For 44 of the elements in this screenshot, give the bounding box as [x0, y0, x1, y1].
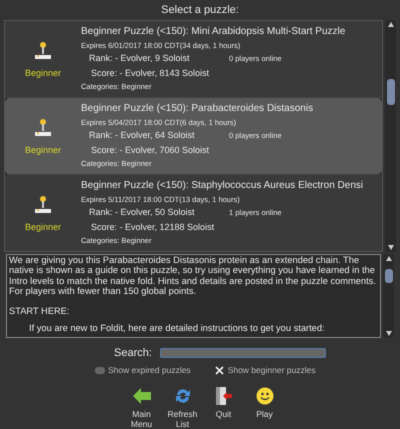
- left-arrow-icon: [132, 388, 150, 404]
- toolbar-button[interactable]: Play: [246, 386, 283, 429]
- scrollbar-thumb[interactable]: [386, 78, 395, 105]
- puzzle-item[interactable]: [5, 98, 382, 175]
- search-label: Search:: [114, 346, 152, 361]
- toolbar-button[interactable]: Refresh List: [164, 386, 201, 429]
- puzzle-title: Beginner Puzzle (<150): Staphylococcus Aureus Electron Densi: [81, 178, 364, 193]
- puzzle-title: Beginner Puzzle (<150): Parabacteroides Distasonis: [81, 102, 314, 116]
- checkbox[interactable]: [95, 367, 105, 374]
- scroll-up-icon[interactable]: [386, 256, 392, 261]
- joystick-icon: [33, 41, 53, 61]
- scroll-down-icon[interactable]: [388, 244, 394, 250]
- scrollbar[interactable]: [385, 20, 396, 252]
- score-text: Score: - Evolver, 12188 Soloist: [90, 220, 216, 234]
- score-text: Score: - Evolver, 8143 Soloist: [90, 66, 210, 80]
- filter-label: Show expired puzzles: [108, 364, 191, 377]
- puzzle-item[interactable]: [5, 174, 382, 251]
- scrollbar[interactable]: [383, 254, 394, 338]
- scroll-up-icon[interactable]: [388, 22, 394, 27]
- description-paragraph: If you are new to Foldit, here are detailed instructions to get you started:: [28, 323, 326, 334]
- toolbar-button[interactable]: Main Menu: [123, 386, 160, 429]
- rank-text: Rank: - Evolver, 9 Soloist: [89, 52, 191, 65]
- scrollbar-thumb[interactable]: [384, 268, 393, 283]
- puzzle-title: Beginner Puzzle (<150): Mini Arabidopsis Multi-Start Puzzle: [81, 24, 346, 39]
- description-paragraph: We are giving you this Parabacteroides Distasonis protein as an extended chain. The native is shown as a guide on this puzzle, so try using everything you have learned in the Intro levels to match the native fold. Hints and details are posted in the puzzle comments. For players with fewer than 150 global points.: [9, 254, 377, 297]
- scroll-down-icon[interactable]: [386, 330, 392, 336]
- joystick-icon: [33, 195, 53, 215]
- description-paragraph: START HERE:: [9, 306, 70, 316]
- filter-label: Show beginner puzzles: [228, 364, 316, 377]
- list-heading: Select a puzzle:: [161, 2, 239, 18]
- score-text: Score: - Evolver, 7060 Soloist: [90, 144, 210, 157]
- search-field[interactable]: [160, 348, 326, 358]
- difficulty-label: Beginner: [24, 144, 62, 157]
- refresh-icon: [174, 387, 192, 405]
- smiley-icon: [256, 387, 274, 405]
- checkbox[interactable]: [214, 366, 225, 376]
- rank-text: Rank: - Evolver, 50 Soloist: [89, 206, 196, 219]
- toolbar-button[interactable]: Quit: [205, 386, 242, 429]
- door-exit-icon: [214, 386, 232, 406]
- puzzle-item[interactable]: [5, 20, 382, 98]
- joystick-icon: [33, 118, 53, 138]
- rank-text: Rank: - Evolver, 64 Soloist: [89, 129, 196, 142]
- difficulty-label: Beginner: [24, 221, 62, 234]
- difficulty-label: Beginner: [24, 67, 62, 80]
